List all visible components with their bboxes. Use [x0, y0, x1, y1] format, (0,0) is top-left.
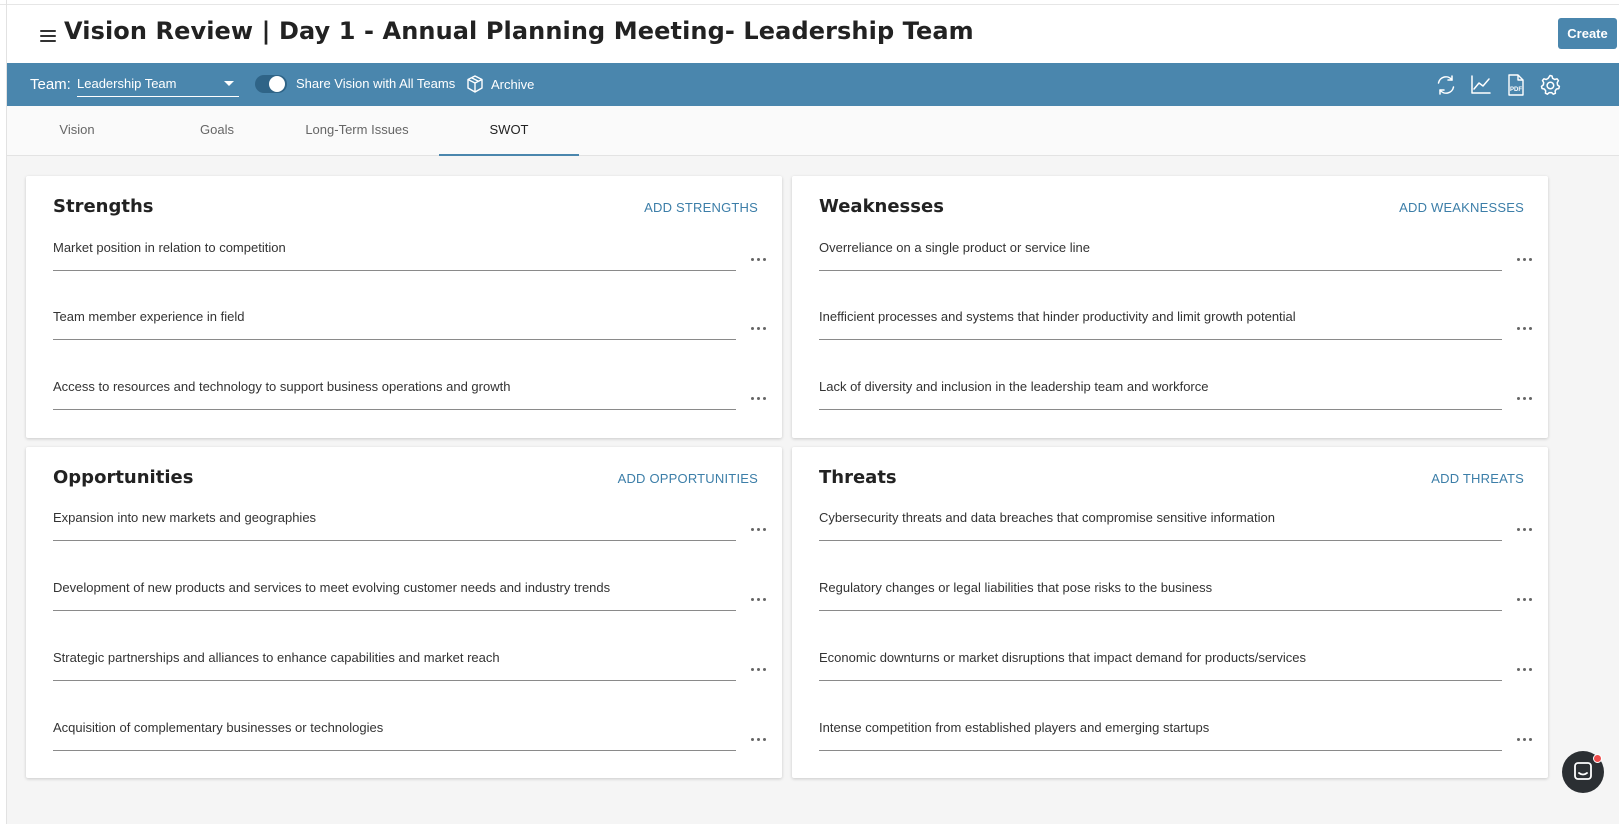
more-options-icon[interactable]: [751, 522, 767, 536]
svg-text:PDF: PDF: [1510, 87, 1522, 93]
list-item[interactable]: Acquisition of complementary businesses …: [53, 720, 775, 780]
tab-goals[interactable]: Goals: [147, 106, 287, 156]
item-underline: [819, 270, 1502, 271]
menu-icon[interactable]: [38, 27, 58, 43]
chart-icon[interactable]: [1469, 73, 1493, 97]
archive-box-icon: [467, 75, 483, 93]
item-text[interactable]: Cybersecurity threats and data breaches …: [819, 510, 1275, 525]
tab-bar: Vision Goals Long-Term Issues SWOT: [7, 106, 1619, 156]
item-underline: [53, 610, 736, 611]
item-underline: [53, 680, 736, 681]
strengths-card: Strengths ADD STRENGTHS Market position …: [26, 176, 782, 438]
item-underline: [819, 409, 1502, 410]
more-options-icon[interactable]: [1517, 321, 1533, 335]
threats-card: Threats ADD THREATS Cybersecurity threat…: [792, 447, 1548, 778]
item-underline: [53, 409, 736, 410]
pdf-icon[interactable]: PDF: [1504, 73, 1528, 97]
add-weaknesses-button[interactable]: ADD WEAKNESSES: [1399, 200, 1524, 215]
item-text[interactable]: Market position in relation to competiti…: [53, 240, 286, 255]
item-text[interactable]: Strategic partnerships and alliances to …: [53, 650, 500, 665]
tab-long-term-issues[interactable]: Long-Term Issues: [287, 106, 427, 156]
more-options-icon[interactable]: [751, 252, 767, 266]
toggle-knob: [269, 76, 285, 92]
card-title: Strengths: [53, 196, 154, 217]
opportunities-card: Opportunities ADD OPPORTUNITIES Expansio…: [26, 447, 782, 778]
more-options-icon[interactable]: [1517, 391, 1533, 405]
team-select[interactable]: Leadership Team: [77, 72, 239, 97]
item-text[interactable]: Access to resources and technology to su…: [53, 379, 510, 394]
weaknesses-card: Weaknesses ADD WEAKNESSES Overreliance o…: [792, 176, 1548, 438]
item-text[interactable]: Lack of diversity and inclusion in the l…: [819, 379, 1209, 394]
team-toolbar: Team: Leadership Team Share Vision with …: [7, 63, 1619, 106]
add-opportunities-button[interactable]: ADD OPPORTUNITIES: [618, 471, 758, 486]
card-title: Opportunities: [53, 467, 194, 488]
item-underline: [819, 610, 1502, 611]
title-bar: Vision Review | Day 1 - Annual Planning …: [7, 5, 1619, 63]
item-text[interactable]: Economic downturns or market disruptions…: [819, 650, 1306, 665]
list-item[interactable]: Regulatory changes or legal liabilities …: [819, 580, 1541, 640]
more-options-icon[interactable]: [1517, 522, 1533, 536]
archive-label: Archive: [491, 76, 535, 92]
card-title: Weaknesses: [819, 196, 944, 217]
more-options-icon[interactable]: [751, 592, 767, 606]
item-underline: [53, 339, 736, 340]
tab-swot[interactable]: SWOT: [439, 106, 579, 156]
item-underline: [819, 339, 1502, 340]
add-strengths-button[interactable]: ADD STRENGTHS: [644, 200, 758, 215]
page-title: Vision Review | Day 1 - Annual Planning …: [64, 17, 974, 45]
more-options-icon[interactable]: [751, 732, 767, 746]
item-underline: [819, 540, 1502, 541]
add-threats-button[interactable]: ADD THREATS: [1431, 471, 1524, 486]
team-label: Team:: [30, 76, 71, 93]
share-vision-label[interactable]: Share Vision with All Teams: [296, 76, 455, 91]
card-title: Threats: [819, 467, 897, 488]
item-underline: [819, 750, 1502, 751]
item-text[interactable]: Expansion into new markets and geographi…: [53, 510, 316, 525]
list-item[interactable]: Expansion into new markets and geographi…: [53, 510, 775, 570]
more-options-icon[interactable]: [1517, 592, 1533, 606]
item-text[interactable]: Intense competition from established pla…: [819, 720, 1209, 735]
item-text[interactable]: Inefficient processes and systems that h…: [819, 309, 1296, 324]
more-options-icon[interactable]: [751, 662, 767, 676]
share-vision-toggle[interactable]: [255, 75, 287, 93]
list-item[interactable]: Strategic partnerships and alliances to …: [53, 650, 775, 710]
refresh-icon[interactable]: [1434, 73, 1458, 97]
list-item[interactable]: Development of new products and services…: [53, 580, 775, 640]
chat-launcher-button[interactable]: [1562, 751, 1604, 793]
more-options-icon[interactable]: [751, 321, 767, 335]
item-text[interactable]: Overreliance on a single product or serv…: [819, 240, 1090, 255]
list-item[interactable]: Overreliance on a single product or serv…: [819, 240, 1541, 300]
list-item[interactable]: Team member experience in field: [53, 309, 775, 369]
list-item[interactable]: Lack of diversity and inclusion in the l…: [819, 379, 1541, 439]
list-item[interactable]: Intense competition from established pla…: [819, 720, 1541, 780]
item-underline: [819, 680, 1502, 681]
caret-down-icon: [224, 81, 234, 86]
swot-content: Strengths ADD STRENGTHS Market position …: [7, 156, 1619, 824]
settings-icon[interactable]: [1538, 73, 1562, 97]
item-text[interactable]: Development of new products and services…: [53, 580, 610, 595]
item-underline: [53, 750, 736, 751]
create-button[interactable]: Create: [1558, 18, 1617, 49]
more-options-icon[interactable]: [751, 391, 767, 405]
more-options-icon[interactable]: [1517, 732, 1533, 746]
item-text[interactable]: Team member experience in field: [53, 309, 244, 324]
list-item[interactable]: Market position in relation to competiti…: [53, 240, 775, 300]
item-text[interactable]: Regulatory changes or legal liabilities …: [819, 580, 1212, 595]
notification-dot: [1593, 754, 1602, 763]
item-underline: [53, 270, 736, 271]
list-item[interactable]: Economic downturns or market disruptions…: [819, 650, 1541, 710]
archive-button[interactable]: Archive: [465, 72, 534, 96]
list-item[interactable]: Cybersecurity threats and data breaches …: [819, 510, 1541, 570]
team-select-value: Leadership Team: [77, 76, 177, 91]
more-options-icon[interactable]: [1517, 252, 1533, 266]
list-item[interactable]: Access to resources and technology to su…: [53, 379, 775, 439]
item-text[interactable]: Acquisition of complementary businesses …: [53, 720, 383, 735]
list-item[interactable]: Inefficient processes and systems that h…: [819, 309, 1541, 369]
tab-vision[interactable]: Vision: [7, 106, 147, 156]
more-options-icon[interactable]: [1517, 662, 1533, 676]
item-underline: [53, 540, 736, 541]
